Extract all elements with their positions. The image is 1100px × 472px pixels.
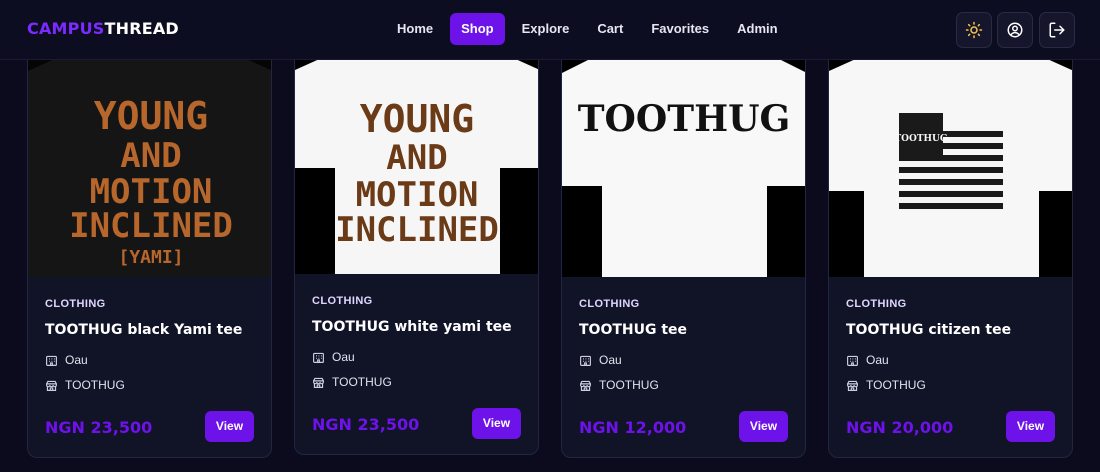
product-title[interactable]: TOOTHUG black Yami tee	[45, 322, 242, 338]
product-school: Oau	[45, 353, 88, 367]
product-store: TOOTHUG	[846, 378, 926, 392]
product-image[interactable]: YOUNG AND MOTION INCLINED	[295, 38, 538, 274]
store-name: TOOTHUG	[866, 378, 926, 392]
profile-button[interactable]	[997, 12, 1033, 48]
product-store: TOOTHUG	[312, 375, 392, 389]
view-button[interactable]: View	[472, 408, 521, 439]
product-category: CLOTHING	[579, 298, 640, 310]
brand-logo-part1: CAMPUS	[27, 19, 105, 38]
building-icon	[46, 355, 57, 366]
product-image[interactable]: YOUNG AND MOTION INCLINED [YAMI]	[28, 41, 271, 277]
brand-logo-part2: THREAD	[104, 19, 179, 38]
nav-home[interactable]: Home	[386, 13, 444, 45]
school-name: Oau	[332, 350, 355, 364]
view-button[interactable]: View	[1006, 411, 1055, 442]
main-nav: Home Shop Explore Cart Favorites Admin	[386, 13, 789, 45]
product-price: NGN 20,000	[846, 418, 954, 437]
product-category: CLOTHING	[846, 298, 907, 310]
store-icon	[313, 377, 324, 388]
view-button[interactable]: View	[739, 411, 788, 442]
view-button[interactable]: View	[205, 411, 254, 442]
print-subline: [YAMI]	[118, 247, 183, 268]
print-line: AND	[120, 136, 181, 176]
product-card[interactable]: YOUNG AND MOTION INCLINED CLOTHING TOOTH…	[294, 37, 539, 455]
logout-icon	[1049, 22, 1065, 38]
top-navigation-bar: CAMPUSTHREAD Home Shop Explore Cart Favo…	[0, 0, 1100, 60]
theme-toggle-button[interactable]	[956, 12, 992, 48]
product-price: NGN 12,000	[579, 418, 687, 437]
product-card[interactable]: YOUNG AND MOTION INCLINED [YAMI] CLOTHIN…	[27, 40, 272, 458]
school-name: Oau	[599, 353, 622, 367]
product-title[interactable]: TOOTHUG white yami tee	[312, 319, 512, 335]
product-price: NGN 23,500	[45, 418, 153, 437]
print-line: TOOTHUG	[578, 98, 790, 140]
product-title[interactable]: TOOTHUG tee	[579, 322, 687, 338]
nav-admin[interactable]: Admin	[726, 13, 788, 45]
product-store: TOOTHUG	[579, 378, 659, 392]
print-line: YOUNG	[360, 97, 474, 141]
store-icon	[46, 380, 57, 391]
product-image[interactable]: TOOTHUG	[829, 41, 1072, 277]
product-category: CLOTHING	[312, 295, 373, 307]
print-line: YOUNG	[94, 94, 208, 138]
nav-shop[interactable]: Shop	[450, 13, 505, 45]
print-line: MOTION	[356, 175, 479, 215]
building-icon	[313, 352, 324, 363]
product-image[interactable]: TOOTHUG	[562, 41, 805, 277]
product-card[interactable]: TOOTHUG CLOTHING TOOTHUG tee Oau TOOTHUG…	[561, 40, 806, 458]
print-line: AND	[386, 138, 447, 178]
print-line: TOOTHUG	[894, 134, 947, 144]
product-title[interactable]: TOOTHUG citizen tee	[846, 322, 1011, 338]
product-school: Oau	[312, 350, 355, 364]
nav-explore[interactable]: Explore	[511, 13, 581, 45]
store-icon	[847, 380, 858, 391]
print-line: INCLINED	[69, 206, 233, 246]
user-circle-icon	[1007, 22, 1023, 38]
product-school: Oau	[579, 353, 622, 367]
product-card[interactable]: TOOTHUG CLOTHING TOOTHUG citizen tee Oau…	[828, 40, 1073, 458]
nav-cart[interactable]: Cart	[586, 13, 634, 45]
store-name: TOOTHUG	[332, 375, 392, 389]
brand-logo[interactable]: CAMPUSTHREAD	[27, 19, 179, 38]
logout-button[interactable]	[1039, 12, 1075, 48]
nav-favorites[interactable]: Favorites	[640, 13, 720, 45]
store-icon	[580, 380, 591, 391]
product-store: TOOTHUG	[45, 378, 125, 392]
store-name: TOOTHUG	[599, 378, 659, 392]
sun-icon	[965, 21, 983, 39]
school-name: Oau	[866, 353, 889, 367]
product-price: NGN 23,500	[312, 415, 420, 434]
store-name: TOOTHUG	[65, 378, 125, 392]
product-school: Oau	[846, 353, 889, 367]
product-category: CLOTHING	[45, 298, 106, 310]
building-icon	[847, 355, 858, 366]
school-name: Oau	[65, 353, 88, 367]
building-icon	[580, 355, 591, 366]
print-line: INCLINED	[335, 210, 499, 250]
